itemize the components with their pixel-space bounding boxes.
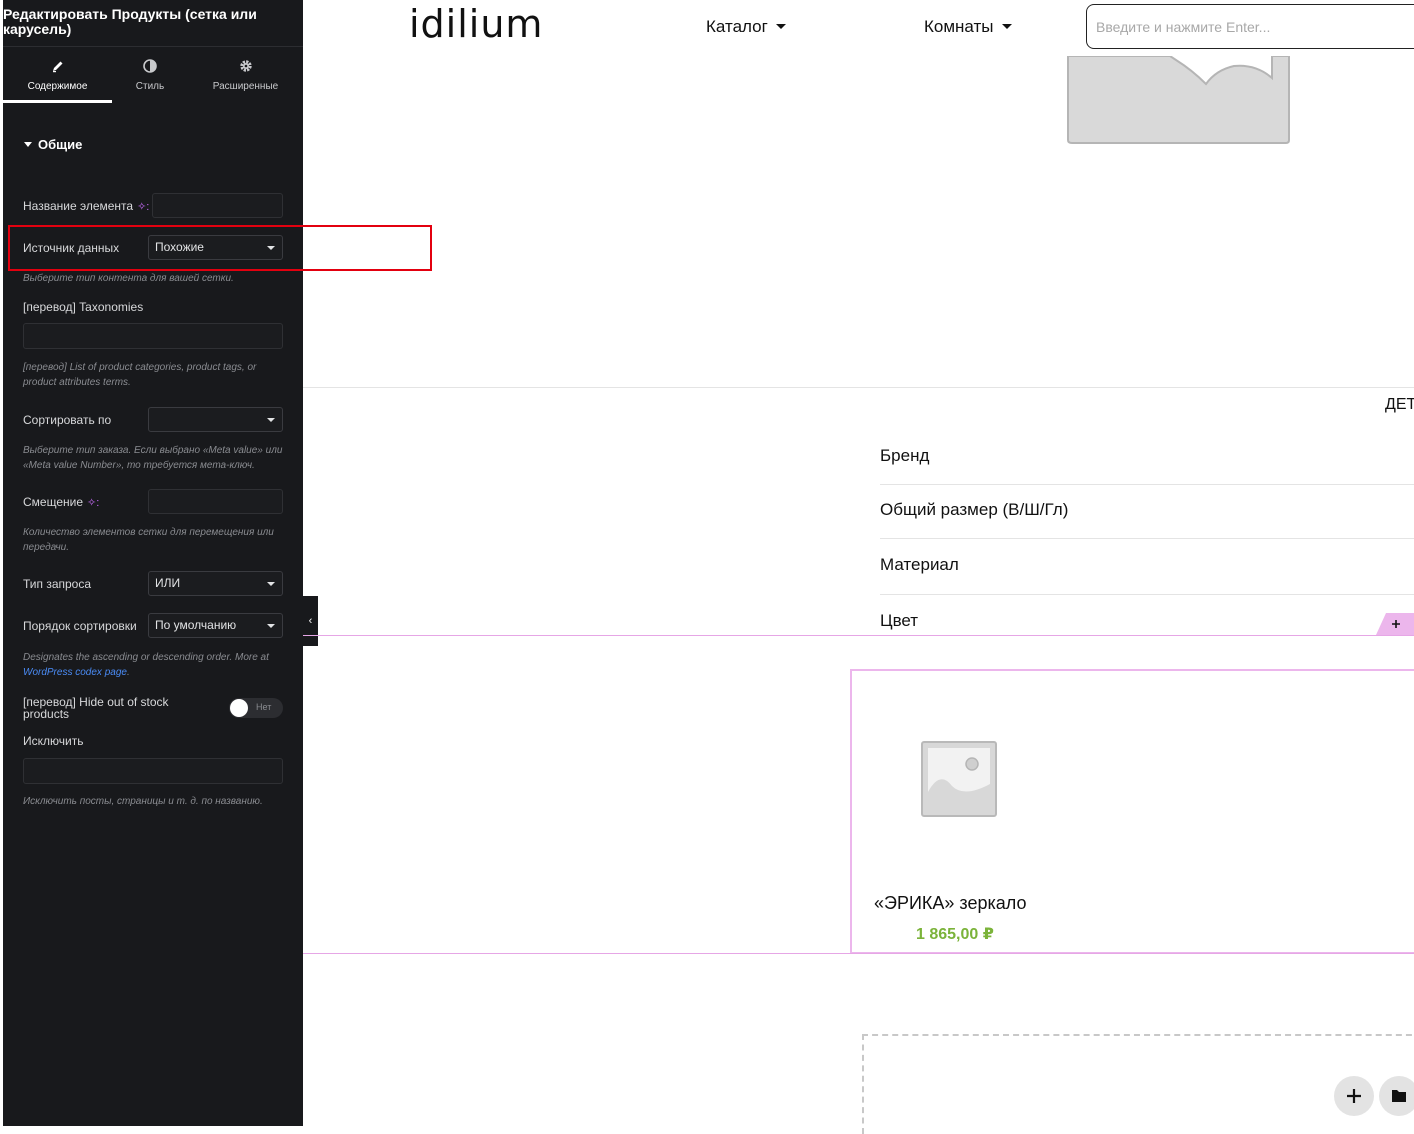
sort-order-label: Порядок сортировки	[23, 619, 137, 633]
nav-item-rooms[interactable]: Комнаты	[924, 17, 1012, 37]
pencil-icon	[3, 59, 112, 77]
data-source-value: Похожие	[155, 240, 204, 254]
nav-item-rooms-label: Комнаты	[924, 17, 994, 36]
product-image-placeholder	[1066, 55, 1290, 144]
caret-down-icon	[24, 142, 32, 147]
panel-title: Редактировать Продукты (сетка или карусе…	[3, 6, 257, 37]
order-by-select[interactable]	[148, 407, 283, 432]
ai-sparkle-icon[interactable]: ✧:	[87, 497, 99, 509]
sort-order-value: По умолчанию	[155, 618, 237, 632]
order-by-label: Сортировать по	[23, 413, 112, 427]
taxonomies-help: [перевод] List of product categories, pr…	[23, 362, 257, 388]
taxonomies-label: [перевод] Taxonomies	[23, 300, 144, 314]
tab-style[interactable]: Стиль	[112, 47, 188, 103]
sort-order-help-text: Designates the ascending or descending o…	[23, 652, 269, 663]
add-element-button[interactable]	[1334, 1076, 1374, 1116]
gear-icon	[188, 59, 303, 77]
panel-tabs: Содержимое Стиль Расширенные	[3, 47, 303, 103]
sort-order-select[interactable]: По умолчанию	[148, 613, 283, 638]
details-heading: ДЕТ	[1385, 396, 1414, 413]
spec-divider	[880, 484, 1414, 485]
spec-material: Материал	[880, 555, 959, 574]
section-general-title: Общие	[38, 137, 83, 152]
chevron-left-icon: ‹	[308, 615, 313, 627]
tab-advanced[interactable]: Расширенные	[188, 47, 303, 103]
section-general-toggle[interactable]: Общие	[24, 137, 82, 152]
sort-order-help-suffix: .	[126, 667, 130, 678]
hide-oos-label: [перевод] Hide out of stock products	[23, 695, 169, 721]
spec-size: Общий размер (В/Ш/Гл)	[880, 500, 1069, 519]
search-input[interactable]	[1086, 4, 1414, 49]
tab-content-label: Содержимое	[27, 81, 88, 92]
folder-icon	[1392, 1090, 1406, 1102]
editor-section-outline	[303, 635, 1414, 636]
data-source-label: Источник данных	[23, 241, 120, 255]
sort-order-help: Designates the ascending or descending o…	[23, 650, 285, 680]
product-title[interactable]: «ЭРИКА» зеркало	[874, 893, 1026, 914]
add-section-button[interactable]	[1376, 613, 1414, 635]
spec-color: Цвет	[880, 611, 919, 630]
template-library-button[interactable]	[1379, 1076, 1414, 1116]
caret-down-icon	[775, 24, 786, 29]
element-name-label-text: Название элемента	[23, 199, 134, 213]
element-name-input[interactable]	[152, 193, 283, 218]
exclude-help: Исключить посты, страницы и т. д. по наз…	[23, 796, 263, 807]
chevron-down-icon	[267, 418, 275, 422]
data-source-help: Выберите тип контента для вашей сетки.	[23, 273, 234, 284]
nav-item-catalog[interactable]: Каталог	[706, 17, 786, 37]
chevron-down-icon	[267, 246, 275, 250]
section-divider	[303, 387, 1414, 388]
image-placeholder-icon	[920, 740, 998, 818]
toggle-knob	[230, 699, 248, 717]
offset-label-text: Смещение	[23, 495, 84, 509]
element-name-label: Название элемента ✧:	[23, 199, 149, 213]
tab-content[interactable]: Содержимое	[3, 47, 112, 103]
order-by-help: Выберите тип заказа. Если выбрано «Meta …	[23, 445, 283, 471]
chevron-down-icon	[267, 624, 275, 628]
caret-down-icon	[1001, 24, 1012, 29]
exclude-label: Исключить	[23, 734, 84, 748]
editor-section-outline	[303, 953, 1414, 954]
empty-drop-zone[interactable]	[862, 1034, 1414, 1134]
data-source-select[interactable]: Похожие	[148, 235, 283, 260]
taxonomies-input[interactable]	[23, 323, 283, 349]
offset-help: Количество элементов сетки для перемещен…	[23, 527, 274, 553]
panel-edge	[0, 0, 3, 1126]
query-type-label: Тип запроса	[23, 577, 92, 591]
ai-sparkle-icon[interactable]: ✧:	[137, 201, 149, 213]
collapse-panel-button[interactable]: ‹	[303, 596, 318, 646]
query-type-select[interactable]: ИЛИ	[148, 571, 283, 596]
query-type-value: ИЛИ	[155, 576, 181, 590]
editor-panel: Редактировать Продукты (сетка или карусе…	[0, 0, 303, 1126]
contrast-icon	[112, 59, 188, 77]
tab-style-label: Стиль	[135, 81, 165, 92]
offset-label: Смещение ✧:	[23, 495, 99, 509]
site-logo[interactable]: idilium	[409, 2, 543, 46]
plus-icon	[1347, 1089, 1361, 1103]
offset-input[interactable]	[148, 489, 283, 514]
exclude-input[interactable]	[23, 758, 283, 784]
wordpress-codex-link[interactable]: WordPress codex page	[23, 667, 127, 678]
spec-divider	[880, 538, 1414, 539]
spec-brand: Бренд	[880, 446, 930, 465]
hide-oos-toggle[interactable]: Нет	[229, 698, 283, 718]
hide-oos-value: Нет	[256, 702, 272, 712]
tab-advanced-label: Расширенные	[212, 81, 279, 92]
nav-item-catalog-label: Каталог	[706, 17, 768, 36]
spec-divider	[880, 594, 1414, 595]
product-price: 1 865,00 ₽	[916, 926, 994, 943]
chevron-down-icon	[267, 582, 275, 586]
